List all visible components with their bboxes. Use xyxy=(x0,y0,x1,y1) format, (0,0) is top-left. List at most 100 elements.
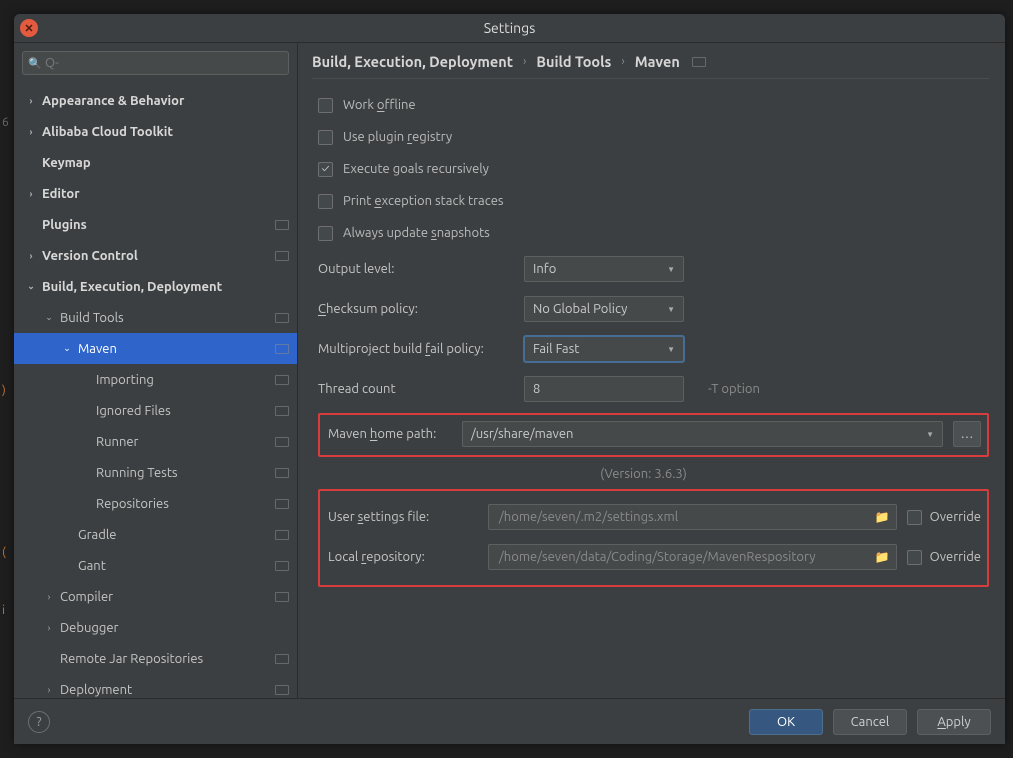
highlight-home-path: Maven home path: /usr/share/maven▼ … xyxy=(318,413,989,457)
sidebar-item[interactable]: ›Editor xyxy=(14,178,297,209)
project-badge-icon xyxy=(275,375,289,385)
user-settings-override-checkbox[interactable] xyxy=(907,510,922,525)
sidebar-item-label: Runner xyxy=(96,435,138,449)
breadcrumb-item[interactable]: Build, Execution, Deployment xyxy=(312,53,513,70)
sidebar-item-label: Gradle xyxy=(78,528,116,542)
work-offline-checkbox[interactable] xyxy=(318,98,333,113)
sidebar-item-label: Debugger xyxy=(60,621,118,635)
multiproject-fail-select[interactable]: Fail Fast▼ xyxy=(524,336,684,362)
close-button[interactable]: ✕ xyxy=(20,19,38,37)
sidebar-item-label: Build, Execution, Deployment xyxy=(42,280,222,294)
apply-button[interactable]: Apply xyxy=(917,709,991,735)
print-exception-checkbox[interactable] xyxy=(318,194,333,209)
checksum-policy-select[interactable]: No Global Policy▼ xyxy=(524,296,684,322)
project-badge-icon xyxy=(275,344,289,354)
sidebar-item[interactable]: Running Tests xyxy=(14,457,297,488)
folder-icon: 📁 xyxy=(875,510,890,524)
always-update-snapshots-checkbox[interactable] xyxy=(318,226,333,241)
browse-button[interactable]: … xyxy=(953,421,981,447)
help-button[interactable]: ? xyxy=(28,711,50,733)
search-icon: 🔍 xyxy=(28,57,42,70)
chevron-right-icon: › xyxy=(621,55,624,68)
checksum-policy-row: Checksum policy: No Global Policy▼ xyxy=(318,289,989,329)
use-plugin-registry-row: Use plugin registry xyxy=(318,121,989,153)
chevron-down-icon: ▼ xyxy=(667,265,675,274)
sidebar-item[interactable]: Runner xyxy=(14,426,297,457)
project-badge-icon xyxy=(275,313,289,323)
chevron-right-icon: › xyxy=(24,96,38,106)
editor-gutter: 6 ) ( i xyxy=(0,0,14,758)
sidebar-item[interactable]: › Version Control xyxy=(14,240,297,271)
breadcrumb-item[interactable]: Build Tools xyxy=(536,53,611,70)
project-badge-icon xyxy=(275,685,289,695)
chevron-right-icon: › xyxy=(42,623,56,633)
chevron-down-icon: ▼ xyxy=(667,345,675,354)
sidebar-item-label: Keymap xyxy=(42,156,91,170)
execute-recursively-row: Execute goals recursively xyxy=(318,153,989,185)
sidebar-item-label: Remote Jar Repositories xyxy=(60,652,203,666)
sidebar-item[interactable]: ⌄ Build, Execution, Deployment xyxy=(14,271,297,302)
project-badge-icon xyxy=(692,57,706,67)
sidebar-item-label: Alibaba Cloud Toolkit xyxy=(42,125,173,139)
titlebar: ✕ Settings xyxy=(14,14,1005,42)
maven-home-row: Maven home path: /usr/share/maven▼ … xyxy=(328,421,981,447)
window-title: Settings xyxy=(14,20,1005,36)
chevron-down-icon: ⌄ xyxy=(60,343,74,354)
project-badge-icon xyxy=(275,437,289,447)
sidebar-item[interactable]: Repositories xyxy=(14,488,297,519)
sidebar-item-label: Running Tests xyxy=(96,466,178,480)
ok-button[interactable]: OK xyxy=(749,709,823,735)
chevron-down-icon: ▼ xyxy=(926,430,934,439)
highlight-paths: User settings file: /home/seven/.m2/sett… xyxy=(318,489,989,587)
sidebar-item[interactable]: Importing xyxy=(14,364,297,395)
project-badge-icon xyxy=(275,592,289,602)
settings-dialog: ✕ Settings 🔍 Q- ›Appearance & Behavior›A… xyxy=(14,14,1005,744)
sidebar-item[interactable]: › Appearance & Behavior xyxy=(14,85,297,116)
sidebar-item[interactable]: › Compiler xyxy=(14,581,297,612)
sidebar-item[interactable]: ⌄Maven xyxy=(14,333,297,364)
thread-count-input[interactable]: 8 xyxy=(524,376,684,402)
sidebar-item[interactable]: ⌄Build Tools xyxy=(14,302,297,333)
folder-icon: 📁 xyxy=(875,550,890,564)
sidebar-item-label: Deployment xyxy=(60,683,132,697)
sidebar-item[interactable]: Plugins xyxy=(14,209,297,240)
local-repo-override-checkbox[interactable] xyxy=(907,550,922,565)
always-update-snapshots-row: Always update snapshots xyxy=(318,217,989,249)
maven-form: Work offline Use plugin registry Execute… xyxy=(312,89,989,587)
sidebar-item-label: Ignored Files xyxy=(96,404,171,418)
work-offline-row: Work offline xyxy=(318,89,989,121)
chevron-down-icon: ⌄ xyxy=(24,281,38,292)
sidebar-item-label: Compiler xyxy=(60,590,113,604)
sidebar: 🔍 Q- ›Appearance & Behavior›Alibaba Clou… xyxy=(14,43,298,698)
sidebar-item[interactable]: Keymap xyxy=(14,147,297,178)
chevron-right-icon: › xyxy=(24,251,38,261)
output-level-select[interactable]: Info▼ xyxy=(524,256,684,282)
sidebar-item[interactable]: ›Deployment xyxy=(14,674,297,698)
sidebar-item[interactable]: Gradle xyxy=(14,519,297,550)
maven-home-combo[interactable]: /usr/share/maven▼ xyxy=(462,421,943,447)
project-badge-icon xyxy=(275,406,289,416)
breadcrumb-item[interactable]: Maven xyxy=(635,53,680,70)
use-plugin-registry-checkbox[interactable] xyxy=(318,130,333,145)
output-level-row: Output level: Info▼ xyxy=(318,249,989,289)
thread-count-row: Thread count 8 -T option xyxy=(318,369,989,409)
chevron-right-icon: › xyxy=(24,189,38,199)
cancel-button[interactable]: Cancel xyxy=(833,709,907,735)
sidebar-item[interactable]: › Debugger xyxy=(14,612,297,643)
user-settings-input[interactable]: /home/seven/.m2/settings.xml 📁 xyxy=(488,504,897,530)
local-repository-input[interactable]: /home/seven/data/Coding/Storage/MavenRes… xyxy=(488,544,897,570)
sidebar-item[interactable]: Remote Jar Repositories xyxy=(14,643,297,674)
sidebar-item-label: Version Control xyxy=(42,249,138,263)
sidebar-item[interactable]: Gant xyxy=(14,550,297,581)
project-badge-icon xyxy=(275,561,289,571)
project-badge-icon xyxy=(275,251,289,261)
sidebar-item-label: Appearance & Behavior xyxy=(42,94,184,108)
sidebar-item[interactable]: ›Alibaba Cloud Toolkit xyxy=(14,116,297,147)
search-input[interactable]: 🔍 Q- xyxy=(22,51,289,75)
chevron-down-icon: ▼ xyxy=(667,305,675,314)
execute-recursively-checkbox[interactable] xyxy=(318,162,333,177)
settings-tree: ›Appearance & Behavior›Alibaba Cloud Too… xyxy=(14,81,297,698)
chevron-right-icon: › xyxy=(42,592,56,602)
sidebar-item[interactable]: Ignored Files xyxy=(14,395,297,426)
project-badge-icon xyxy=(275,499,289,509)
